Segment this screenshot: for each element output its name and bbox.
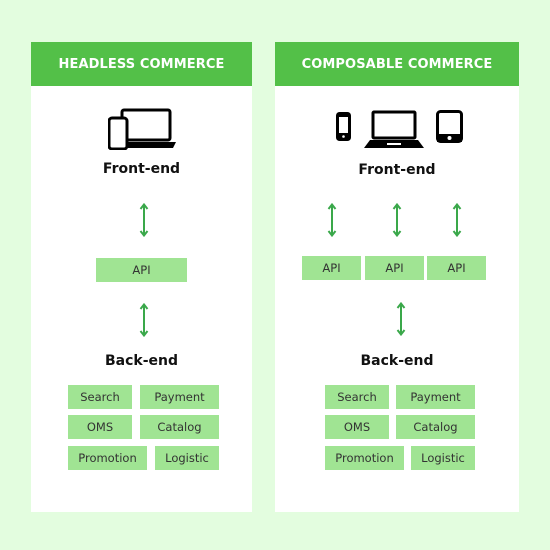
bidirectional-arrow-icon [452,203,462,237]
service-catalog: Catalog [140,415,219,439]
bidirectional-arrow-icon [396,302,406,336]
headless-commerce-panel: HEADLESS COMMERCE Front-end API Back-end… [31,42,252,512]
laptop-icon [364,110,424,148]
service-catalog: Catalog [396,415,475,439]
service-logistic: Logistic [411,446,475,470]
backend-label: Back-end [104,353,179,369]
backend-label: Back-end [360,353,434,369]
service-logistic: Logistic [155,446,219,470]
service-payment: Payment [396,385,475,409]
api-box: API [365,256,424,280]
frontend-label: Front-end [358,162,436,178]
composable-commerce-panel: COMPOSABLE COMMERCE Front-end API API AP… [275,42,519,512]
bidirectional-arrow-icon [139,303,149,337]
composable-title: COMPOSABLE COMMERCE [275,42,519,86]
api-box: API [96,258,187,282]
phone-icon [336,112,351,141]
api-box: API [302,256,361,280]
headless-title: HEADLESS COMMERCE [31,42,252,86]
service-oms: OMS [68,415,132,439]
api-box: API [427,256,486,280]
frontend-label: Front-end [102,161,181,177]
service-promotion: Promotion [68,446,147,470]
service-promotion: Promotion [325,446,404,470]
bidirectional-arrow-icon [327,203,337,237]
bidirectional-arrow-icon [139,203,149,237]
service-search: Search [68,385,132,409]
service-search: Search [325,385,389,409]
service-payment: Payment [140,385,219,409]
tablet-icon [436,110,463,143]
service-oms: OMS [325,415,389,439]
phone-laptop-icon [108,108,176,150]
bidirectional-arrow-icon [392,203,402,237]
